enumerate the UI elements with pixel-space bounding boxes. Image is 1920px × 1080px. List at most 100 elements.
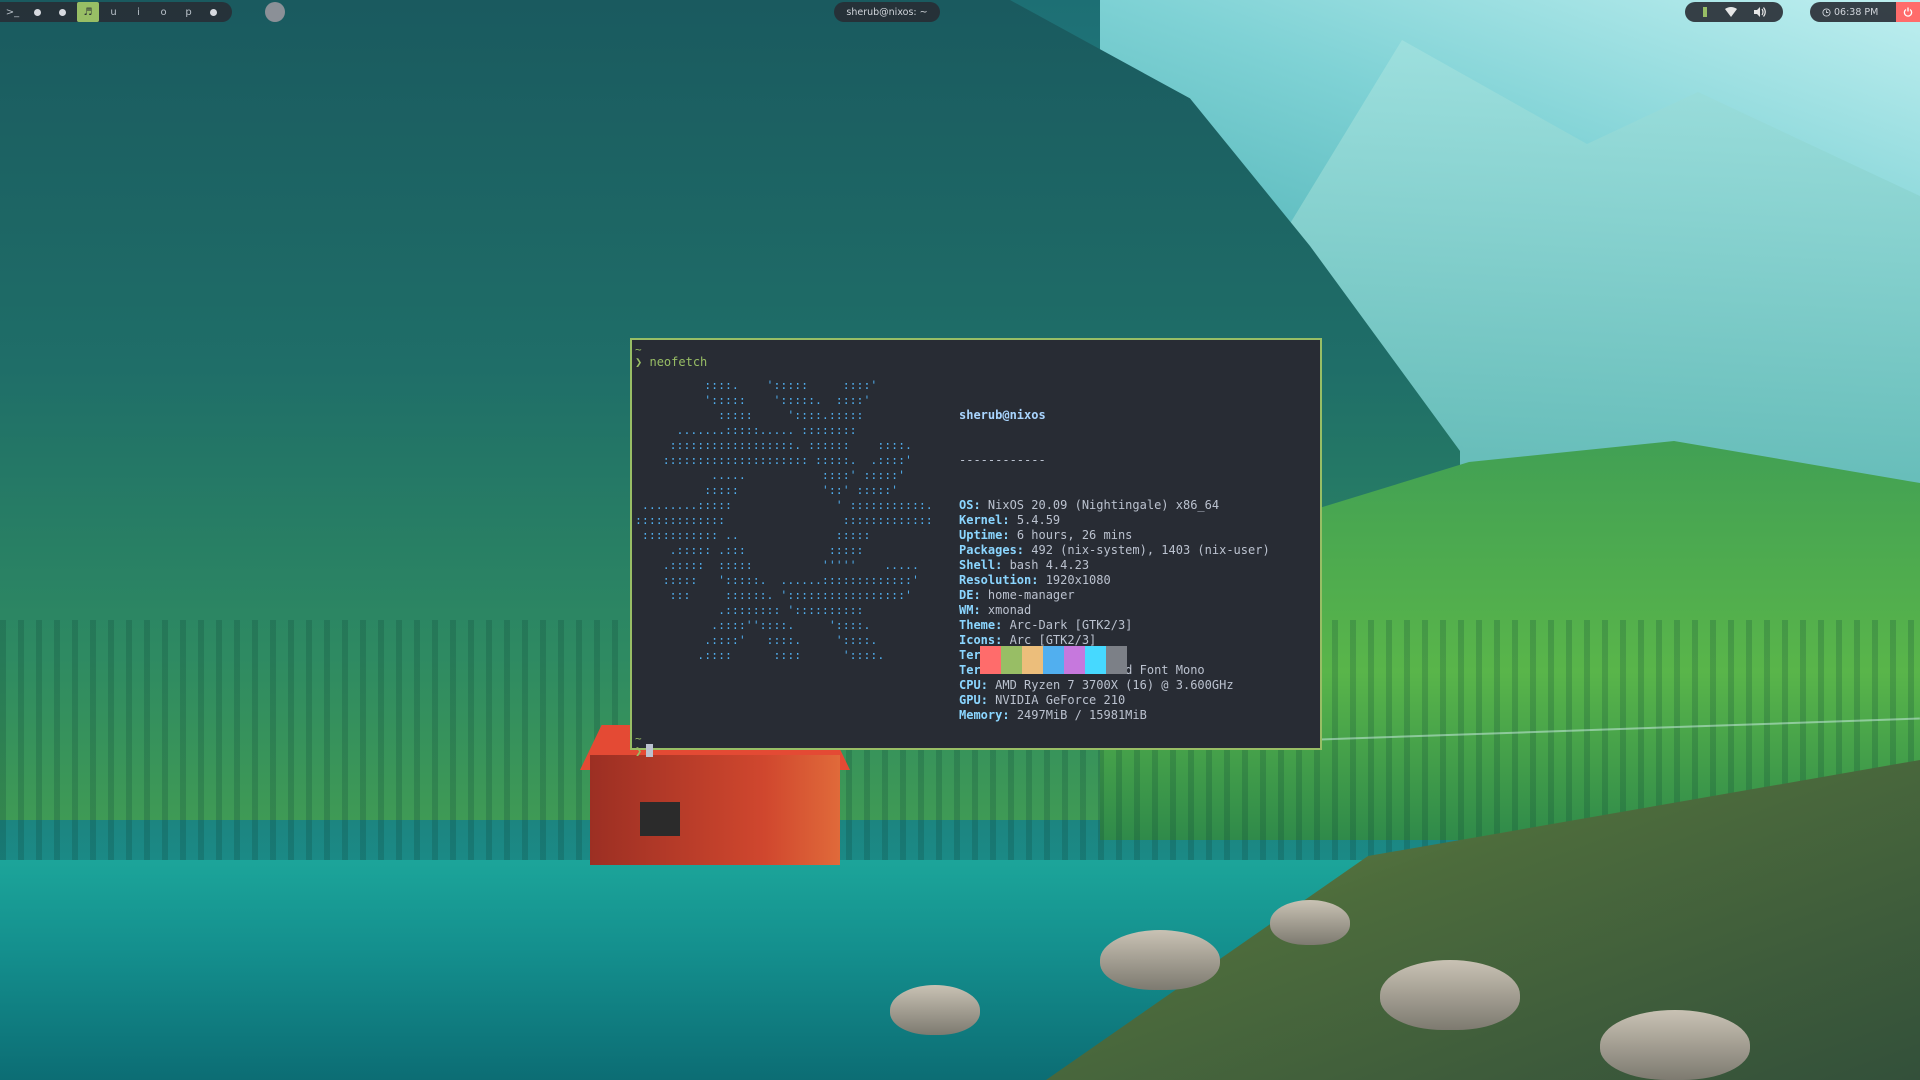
workspace-8[interactable]: [201, 2, 226, 22]
battery-icon[interactable]: [1702, 6, 1708, 18]
logo-line: ::::::::::::::::::. :::::: ::::.: [635, 438, 912, 452]
info-key: DE: [959, 588, 974, 602]
info-colon: :: [980, 693, 996, 707]
system-tray: [1685, 2, 1783, 22]
logo-line: .:::: :::: '::::.: [635, 648, 885, 662]
terminal-content: ~ ❯ neofetch ::::. '::::: ::::' '::::: '…: [635, 343, 1316, 758]
color-swatch: [1001, 646, 1022, 674]
logo-line: ::::: '::::.:::::: [635, 408, 864, 422]
info-row: Uptime: 6 hours, 26 mins: [959, 528, 1270, 543]
cwd-indicator: ~: [635, 343, 642, 356]
top-bar: >_ ♬ u i o p sherub@nixos: ~ 06:38 PM: [0, 0, 1920, 24]
wallpaper-cabin-door: [640, 802, 680, 836]
neofetch-info: sherub@nixos ------------ OS: NixOS 20.0…: [959, 378, 1270, 753]
terminal-window[interactable]: ~ ❯ neofetch ::::. '::::: ::::' '::::: '…: [630, 338, 1322, 758]
info-value: NVIDIA GeForce 210: [995, 693, 1126, 707]
info-key: Kernel: [959, 513, 1003, 527]
info-value: 2497MiB / 15981MiB: [1016, 708, 1147, 722]
workspace-music[interactable]: ♬: [77, 2, 99, 22]
logo-line: ........::::: ' :::::::::::.: [635, 498, 933, 512]
info-colon: :: [973, 588, 988, 602]
color-swatch: [1064, 646, 1085, 674]
wallpaper-rock: [1100, 930, 1220, 990]
info-colon: :: [1031, 573, 1046, 587]
logo-line: '::::: ':::::. ::::': [635, 393, 871, 407]
clock-time: 06:38 PM: [1834, 6, 1879, 18]
color-swatch: [1043, 646, 1064, 674]
logo-line: ::: ::::::. ':::::::::::::::::': [635, 588, 912, 602]
info-value: 5.4.59: [1016, 513, 1061, 527]
workspace-u[interactable]: u: [101, 2, 126, 22]
clock-icon: [1822, 7, 1831, 17]
wifi-icon[interactable]: [1724, 7, 1737, 17]
wallpaper-rock: [1600, 1010, 1750, 1080]
logo-line: ::::: ':::::. ......:::::::::::::': [635, 573, 919, 587]
info-key: OS: [959, 498, 974, 512]
info-colon: :: [1002, 528, 1017, 542]
command-line: ❯ neofetch: [635, 355, 1316, 370]
logo-line: ::::. '::::: ::::': [635, 378, 878, 392]
workspace-i[interactable]: i: [126, 2, 151, 22]
active-window-title: sherub@nixos: ~: [834, 2, 940, 22]
color-swatch: [980, 646, 1001, 674]
info-separator: ------------: [959, 453, 1046, 467]
info-key: CPU: [959, 678, 981, 692]
info-colon: :: [973, 498, 988, 512]
power-icon[interactable]: [1896, 2, 1920, 22]
input-prompt[interactable]: ~ ❯: [635, 732, 654, 759]
info-row: Shell: bash 4.4.23: [959, 558, 1270, 573]
info-key: GPU: [959, 693, 981, 707]
clock-display: 06:38 PM: [1822, 7, 1878, 18]
prompt-symbol: ❯: [635, 744, 643, 758]
logo-line: .::::: ::::: ''''' .....: [635, 558, 919, 572]
info-row: Resolution: 1920x1080: [959, 573, 1270, 588]
logo-line: ::::::::::::: :::::::::::::: [635, 513, 933, 527]
workspace-dot-icon: [34, 8, 41, 16]
workspace-o[interactable]: o: [151, 2, 176, 22]
info-value: AMD Ryzen 7 3700X (16) @ 3.600GHz: [995, 678, 1234, 692]
info-row: WM: xmonad: [959, 603, 1270, 618]
prompt-symbol: ❯: [635, 355, 643, 369]
logo-line: .::::' ::::. '::::.: [635, 633, 878, 647]
color-palette: [980, 646, 1127, 674]
workspace-p[interactable]: p: [176, 2, 201, 22]
workspace-dot-icon: [210, 8, 217, 16]
workspace-1[interactable]: [25, 2, 50, 22]
command-text: neofetch: [649, 355, 708, 369]
color-swatch: [1022, 646, 1043, 674]
terminal-launcher-icon[interactable]: >_: [0, 2, 25, 22]
text-cursor: [646, 744, 654, 757]
info-colon: :: [1016, 543, 1032, 557]
info-row: Packages: 492 (nix-system), 1403 (nix-us…: [959, 543, 1270, 558]
info-key: Shell: [959, 558, 996, 572]
logo-line: .::::''::::. '::::.: [635, 618, 871, 632]
info-value: 6 hours, 26 mins: [1016, 528, 1133, 542]
cwd-indicator: ~: [635, 732, 642, 745]
info-key: Packages: [959, 543, 1017, 557]
logo-line: .:::::::: '::::::::::: [635, 603, 864, 617]
logo-line: ::::: '::' :::::': [635, 483, 899, 497]
user-host: sherub@nixos: [959, 408, 1046, 422]
info-colon: :: [995, 558, 1010, 572]
info-row: DE: home-manager: [959, 588, 1270, 603]
logo-line: ::::::::::: .. :::::: [635, 528, 871, 542]
info-value: 492 (nix-system), 1403 (nix-user): [1031, 543, 1270, 557]
wallpaper-rock: [890, 985, 980, 1035]
info-row: CPU: AMD Ryzen 7 3700X (16) @ 3.600GHz: [959, 678, 1270, 693]
info-value: bash 4.4.23: [1009, 558, 1090, 572]
volume-icon[interactable]: [1754, 7, 1767, 17]
info-key: Memory: [959, 708, 1003, 722]
color-swatch: [1085, 646, 1106, 674]
info-row: Memory: 2497MiB / 15981MiB: [959, 708, 1270, 723]
info-row: Theme: Arc-Dark [GTK2/3]: [959, 618, 1270, 633]
info-colon: :: [995, 618, 1010, 632]
clock-widget[interactable]: 06:38 PM: [1810, 2, 1920, 22]
logo-line: ..... ::::' :::::': [635, 468, 906, 482]
workspace-2[interactable]: [50, 2, 75, 22]
wallpaper-rock: [1380, 960, 1520, 1030]
workspace-switcher: >_ ♬ u i o p: [0, 2, 232, 22]
layout-indicator-icon[interactable]: [265, 2, 285, 22]
info-value: NixOS 20.09 (Nightingale) x86_64: [987, 498, 1220, 512]
info-row: GPU: NVIDIA GeForce 210: [959, 693, 1270, 708]
info-row: OS: NixOS 20.09 (Nightingale) x86_64: [959, 498, 1270, 513]
